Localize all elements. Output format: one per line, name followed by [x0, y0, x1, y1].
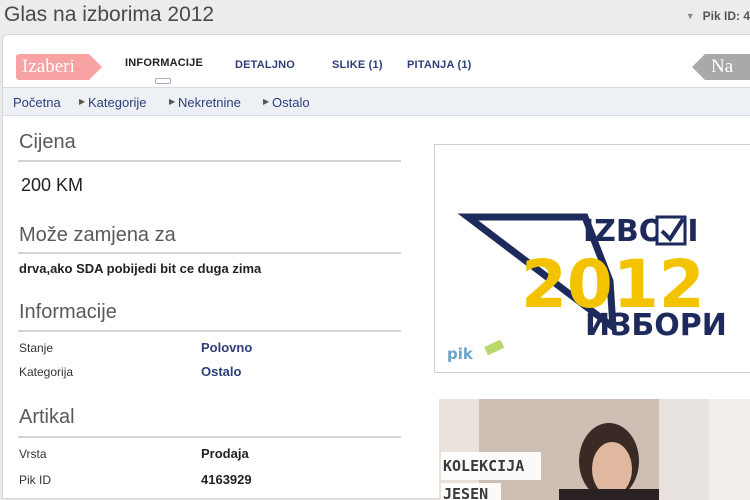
- pik-id-value: 4163929: [201, 472, 252, 487]
- cijena-heading: Cijena: [19, 131, 76, 153]
- pik-id-label-row: Pik ID: [19, 473, 52, 487]
- breadcrumb-arrow-icon: ▶: [263, 97, 270, 106]
- kategorija-label: Kategorija: [19, 365, 74, 379]
- active-tab-indicator: [155, 78, 171, 84]
- tab-slike[interactable]: SLIKE (1): [332, 59, 383, 71]
- tab-bar: Izaberi INFORMACIJE DETALJNO SLIKE (1) P…: [3, 35, 750, 87]
- breadcrumb-ostalo[interactable]: Ostalo: [272, 95, 310, 110]
- breadcrumb-arrow-icon: ▶: [169, 97, 176, 106]
- tab-informacije[interactable]: INFORMACIJE: [125, 57, 203, 69]
- pik-id-label: Pik ID: 4: [702, 9, 750, 23]
- dropdown-arrow-icon: ▼: [685, 11, 695, 21]
- tab-detaljno[interactable]: DETALJNO: [235, 59, 295, 71]
- stanje-value: Polovno: [201, 340, 253, 355]
- zamjena-heading: Može zamjena za: [19, 224, 176, 246]
- pik-id-dropdown[interactable]: ▼ Pik ID: 4: [686, 9, 750, 23]
- breadcrumb-nekretnine[interactable]: Nekretnine: [178, 95, 241, 110]
- ad-kolekcija-text: KOLEKCIJA: [443, 457, 525, 475]
- izbori-logo: IZBORI 2012 ИЗБОРИ pik: [447, 213, 727, 363]
- divider: [18, 330, 401, 332]
- divider: [18, 160, 401, 162]
- stanje-label: Stanje: [19, 341, 54, 355]
- izaberi-button[interactable]: Izaberi: [16, 54, 102, 80]
- vrsta-label: Vrsta: [19, 447, 47, 461]
- breadcrumb-home[interactable]: Početna: [13, 95, 61, 110]
- zamjena-value: drva,ako SDA pobijedi bit ce duga zima: [19, 261, 262, 276]
- informacije-heading: Informacije: [19, 301, 117, 323]
- vrsta-value: Prodaja: [201, 446, 249, 461]
- pik-brand-logo: pik: [447, 345, 474, 363]
- izbori-2012-banner[interactable]: IZBORI 2012 ИЗБОРИ pik: [434, 144, 750, 373]
- fashion-ad[interactable]: KOLEKCIJA JESEN: [439, 399, 750, 500]
- window-title-bar: Glas na izborima 2012 ▼ Pik ID: 4: [0, 0, 750, 34]
- ad-jesen-text: JESEN: [443, 485, 489, 500]
- page-title: Glas na izborima 2012: [4, 3, 215, 26]
- breadcrumb-kategorije[interactable]: Kategorije: [88, 95, 147, 110]
- logo-bottom-word: ИЗБОРИ: [585, 308, 727, 343]
- price-value: 200 KM: [21, 175, 84, 195]
- pik-brand-mark: [484, 339, 505, 356]
- kategorija-value[interactable]: Ostalo: [201, 364, 241, 379]
- breadcrumb-arrow-icon: ▶: [79, 97, 86, 106]
- tab-pitanja[interactable]: PITANJA (1): [407, 59, 472, 71]
- divider: [18, 252, 401, 254]
- artikal-heading: Artikal: [19, 406, 75, 428]
- next-button[interactable]: Na: [692, 54, 750, 80]
- breadcrumb: Početna ▶ Kategorije ▶ Nekretnine ▶ Osta…: [3, 87, 750, 116]
- divider: [18, 436, 401, 438]
- listing-panel: Izaberi INFORMACIJE DETALJNO SLIKE (1) P…: [2, 34, 750, 500]
